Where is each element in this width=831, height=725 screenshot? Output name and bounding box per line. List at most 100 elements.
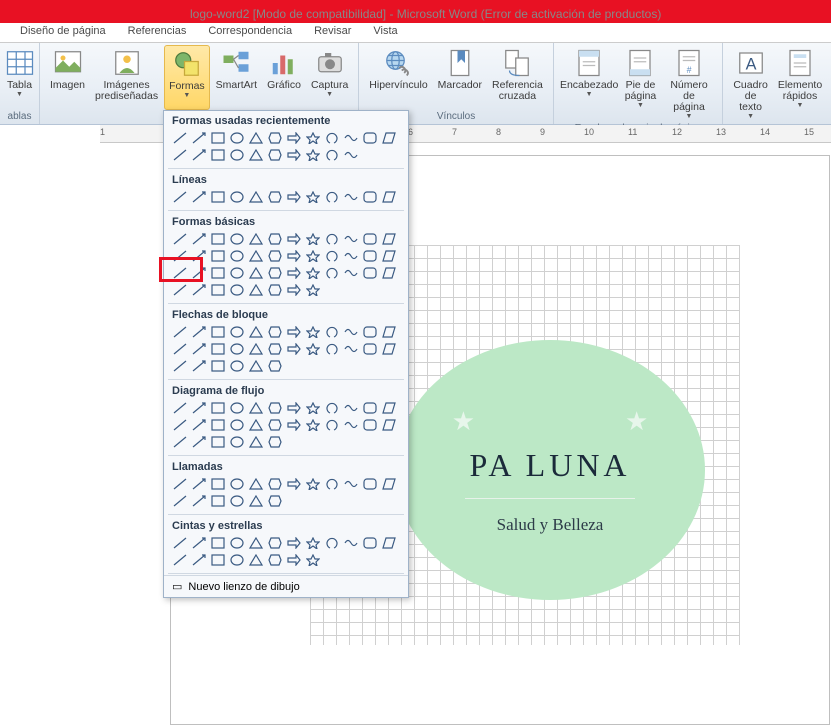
flow-shape-11[interactable]	[379, 399, 398, 416]
arrow-shape-17[interactable]	[265, 340, 284, 357]
line-shape-4[interactable]	[246, 188, 265, 205]
line-shape-8[interactable]	[322, 188, 341, 205]
star-shape-13[interactable]	[189, 551, 208, 568]
new-drawing-canvas[interactable]: ▭ Nuevo lienzo de dibujo	[164, 575, 408, 597]
basic-shape-24[interactable]	[170, 264, 189, 281]
basic-shape-10[interactable]	[360, 230, 379, 247]
basic-shape-12[interactable]	[170, 247, 189, 264]
flow-shape-10[interactable]	[360, 399, 379, 416]
bookmark-button[interactable]: Marcador	[434, 45, 486, 110]
basic-shape-9[interactable]	[341, 230, 360, 247]
callout-shape-13[interactable]	[189, 492, 208, 509]
recent-shape-18[interactable]	[284, 146, 303, 163]
recent-shape-21[interactable]	[341, 146, 360, 163]
basic-shape-27[interactable]	[227, 264, 246, 281]
table-button[interactable]: Tabla ▼	[0, 45, 40, 110]
basic-shape-18[interactable]	[284, 247, 303, 264]
recent-shape-8[interactable]	[322, 129, 341, 146]
recent-shape-7[interactable]	[303, 129, 322, 146]
basic-shape-34[interactable]	[360, 264, 379, 281]
callout-shape-2[interactable]	[208, 475, 227, 492]
basic-shape-39[interactable]	[227, 281, 246, 298]
recent-shape-17[interactable]	[265, 146, 284, 163]
arrow-shape-16[interactable]	[246, 340, 265, 357]
recent-shape-2[interactable]	[208, 129, 227, 146]
callout-shape-15[interactable]	[227, 492, 246, 509]
picture-button[interactable]: Imagen	[46, 45, 89, 110]
basic-shape-32[interactable]	[322, 264, 341, 281]
arrow-shape-2[interactable]	[208, 323, 227, 340]
recent-shape-16[interactable]	[246, 146, 265, 163]
screenshot-button[interactable]: Captura ▼	[307, 45, 352, 110]
arrow-shape-9[interactable]	[341, 323, 360, 340]
star-shape-18[interactable]	[284, 551, 303, 568]
basic-shape-15[interactable]	[227, 247, 246, 264]
recent-shape-11[interactable]	[379, 129, 398, 146]
arrow-shape-13[interactable]	[189, 340, 208, 357]
basic-shape-3[interactable]	[227, 230, 246, 247]
star-shape-0[interactable]	[170, 534, 189, 551]
arrow-shape-19[interactable]	[303, 340, 322, 357]
line-shape-7[interactable]	[303, 188, 322, 205]
arrow-shape-20[interactable]	[322, 340, 341, 357]
basic-shape-35[interactable]	[379, 264, 398, 281]
callout-shape-14[interactable]	[208, 492, 227, 509]
star-shape-9[interactable]	[341, 534, 360, 551]
basic-shape-11[interactable]	[379, 230, 398, 247]
flow-shape-21[interactable]	[341, 416, 360, 433]
flow-shape-0[interactable]	[170, 399, 189, 416]
callout-shape-17[interactable]	[265, 492, 284, 509]
tab-review[interactable]: Revisar	[304, 23, 361, 42]
recent-shape-3[interactable]	[227, 129, 246, 146]
callout-shape-6[interactable]	[284, 475, 303, 492]
star-shape-3[interactable]	[227, 534, 246, 551]
tab-page-layout[interactable]: Diseño de página	[10, 23, 116, 42]
flow-shape-3[interactable]	[227, 399, 246, 416]
basic-shape-7[interactable]	[303, 230, 322, 247]
line-shape-5[interactable]	[265, 188, 284, 205]
flow-shape-2[interactable]	[208, 399, 227, 416]
line-shape-10[interactable]	[360, 188, 379, 205]
arrow-shape-10[interactable]	[360, 323, 379, 340]
flow-shape-9[interactable]	[341, 399, 360, 416]
basic-shape-14[interactable]	[208, 247, 227, 264]
star-shape-19[interactable]	[303, 551, 322, 568]
arrow-shape-7[interactable]	[303, 323, 322, 340]
basic-shape-40[interactable]	[246, 281, 265, 298]
star-shape-15[interactable]	[227, 551, 246, 568]
clipart-button[interactable]: Imágenes prediseñadas	[91, 45, 162, 110]
recent-shape-0[interactable]	[170, 129, 189, 146]
flow-shape-28[interactable]	[246, 433, 265, 450]
arrow-shape-18[interactable]	[284, 340, 303, 357]
flow-shape-29[interactable]	[265, 433, 284, 450]
star-shape-10[interactable]	[360, 534, 379, 551]
header-button[interactable]: Encabezado ▼	[560, 45, 619, 122]
star-shape-4[interactable]	[246, 534, 265, 551]
basic-shape-13[interactable]	[189, 247, 208, 264]
flow-shape-7[interactable]	[303, 399, 322, 416]
recent-shape-20[interactable]	[322, 146, 341, 163]
arrow-shape-25[interactable]	[189, 357, 208, 374]
basic-shape-17[interactable]	[265, 247, 284, 264]
hyperlink-button[interactable]: Hipervínculo	[365, 45, 431, 110]
flow-shape-19[interactable]	[303, 416, 322, 433]
callout-shape-8[interactable]	[322, 475, 341, 492]
star-shape-8[interactable]	[322, 534, 341, 551]
basic-shape-22[interactable]	[360, 247, 379, 264]
basic-shape-30[interactable]	[284, 264, 303, 281]
flow-shape-8[interactable]	[322, 399, 341, 416]
arrow-shape-21[interactable]	[341, 340, 360, 357]
star-shape-1[interactable]	[189, 534, 208, 551]
basic-shape-2[interactable]	[208, 230, 227, 247]
star-shape-16[interactable]	[246, 551, 265, 568]
arrow-shape-1[interactable]	[189, 323, 208, 340]
recent-shape-19[interactable]	[303, 146, 322, 163]
line-shape-3[interactable]	[227, 188, 246, 205]
arrow-shape-0[interactable]	[170, 323, 189, 340]
callout-shape-9[interactable]	[341, 475, 360, 492]
callout-shape-12[interactable]	[170, 492, 189, 509]
flow-shape-27[interactable]	[227, 433, 246, 450]
line-shape-11[interactable]	[379, 188, 398, 205]
callout-shape-16[interactable]	[246, 492, 265, 509]
flow-shape-20[interactable]	[322, 416, 341, 433]
